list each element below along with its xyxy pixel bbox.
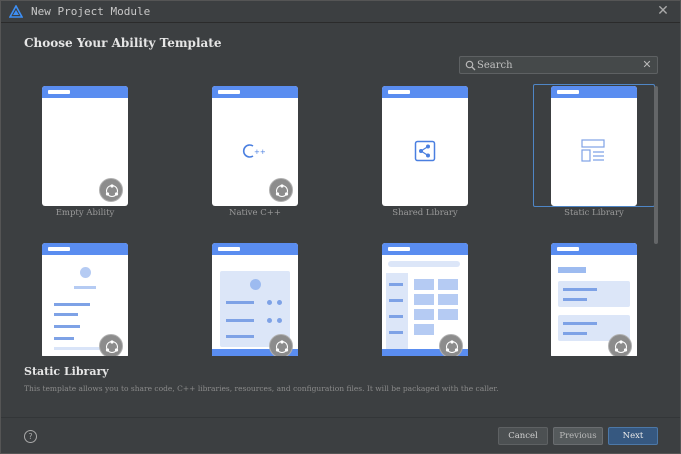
- template-card-shared-library[interactable]: [382, 86, 468, 206]
- cancel-button[interactable]: Cancel: [498, 427, 548, 445]
- ability-badge-icon: [269, 334, 293, 356]
- template-description-title: Static Library: [24, 365, 109, 378]
- avatar-placeholder: [80, 267, 91, 278]
- app-logo-icon: [9, 5, 23, 18]
- template-description-text: This template allows you to share code, …: [24, 384, 499, 393]
- search-field[interactable]: ✕: [459, 56, 658, 74]
- vertical-scrollbar[interactable]: [654, 86, 658, 244]
- template-label-native-cpp: Native C++: [229, 208, 281, 218]
- page-title: Choose Your Ability Template: [24, 36, 222, 50]
- ability-badge-icon: [269, 178, 293, 202]
- search-bar-placeholder: [388, 261, 460, 267]
- clear-search-icon[interactable]: ✕: [641, 57, 653, 73]
- next-button[interactable]: Next: [608, 427, 658, 445]
- ability-badge-icon: [99, 178, 123, 202]
- template-card-empty-ability[interactable]: [42, 86, 128, 206]
- window-title: New Project Module: [31, 5, 151, 18]
- template-card-settings-list[interactable]: [551, 243, 637, 356]
- template-card-list-profile[interactable]: [42, 243, 128, 356]
- template-label-static-library: Static Library: [564, 208, 624, 218]
- search-input[interactable]: [477, 58, 637, 72]
- share-icon: [414, 140, 436, 162]
- ability-badge-icon: [608, 334, 632, 356]
- svg-text:++: ++: [254, 148, 266, 156]
- template-card-native-cpp[interactable]: ++: [212, 86, 298, 206]
- help-icon[interactable]: ?: [24, 430, 37, 443]
- previous-button[interactable]: Previous: [553, 427, 603, 445]
- ability-badge-icon: [99, 334, 123, 356]
- ability-badge-icon: [439, 334, 463, 356]
- close-icon[interactable]: ✕: [656, 3, 670, 19]
- template-card-profile-tabs[interactable]: [212, 243, 298, 356]
- template-label-empty-ability: Empty Ability: [55, 208, 115, 218]
- title-bar: New Project Module ✕: [1, 1, 680, 23]
- template-label-shared-library: Shared Library: [392, 208, 458, 218]
- cpp-icon: ++: [242, 144, 266, 158]
- template-card-static-library[interactable]: [551, 86, 637, 206]
- template-card-category-grid[interactable]: [382, 243, 468, 356]
- search-icon: [465, 60, 476, 71]
- template-grid: Empty Ability ++ Native C++ Shared Libra…: [1, 81, 661, 356]
- static-library-icon: [581, 139, 605, 162]
- footer-divider: [1, 417, 680, 418]
- new-project-module-dialog: New Project Module ✕ Choose Your Ability…: [0, 0, 681, 454]
